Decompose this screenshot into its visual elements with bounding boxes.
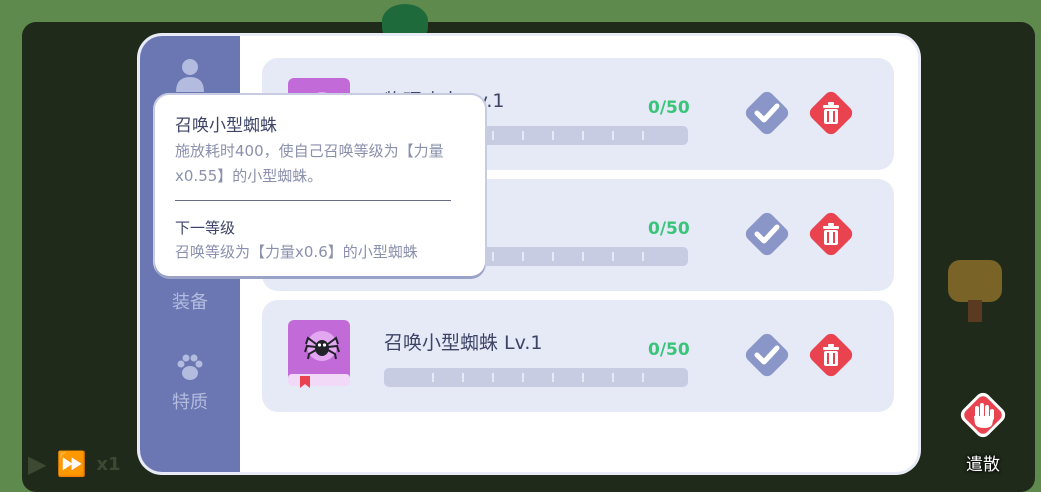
delete-button[interactable] (806, 209, 856, 259)
dismiss-button[interactable]: 遣散 (954, 392, 1012, 475)
game-controls: ▶ ⏩ x1 (28, 450, 121, 478)
speed-label: x1 (96, 453, 121, 475)
skill-name: 召唤小型蜘蛛 Lv.1 (384, 332, 543, 354)
skill-tooltip: 召唤小型蜘蛛 施放耗时400，使自己召唤等级为【力量x0.55】的小型蜘蛛。 下… (155, 95, 485, 276)
sidebar-item-label: 特质 (172, 392, 208, 413)
paw-icon (177, 354, 203, 380)
dismiss-label: 遣散 (966, 455, 1000, 475)
spider-book-icon (288, 320, 350, 388)
confirm-button[interactable] (742, 209, 792, 259)
person-icon (176, 59, 204, 92)
tooltip-next-level-description: 召唤等级为【力量x0.6】的小型蜘蛛 (175, 243, 418, 261)
sidebar-item-character[interactable] (140, 58, 240, 98)
background-tree (382, 4, 428, 38)
delete-button[interactable] (806, 330, 856, 380)
sidebar-item-traits[interactable]: 特质 (140, 354, 240, 414)
background-tree-trunk (968, 300, 982, 322)
tooltip-title: 召唤小型蜘蛛 (175, 116, 277, 136)
confirm-button[interactable] (742, 330, 792, 380)
fast-forward-icon[interactable]: ⏩ (56, 450, 86, 478)
skill-progress: 0/50 (648, 340, 690, 360)
sidebar-item-label: 装备 (172, 292, 208, 313)
tooltip-next-level-title: 下一等级 (175, 219, 236, 237)
tooltip-divider (175, 200, 451, 201)
tooltip-description: 施放耗时400，使自己召唤等级为【力量x0.55】的小型蜘蛛。 (175, 142, 444, 185)
skill-card[interactable]: 召唤小型蜘蛛 Lv.1 0/50 (262, 300, 894, 412)
background-tree-right (948, 260, 1002, 302)
hand-stop-icon (960, 392, 1006, 438)
play-icon[interactable]: ▶ (28, 450, 46, 478)
skill-progress: 0/50 (648, 98, 690, 118)
skill-progress-bar (384, 368, 688, 387)
confirm-button[interactable] (742, 88, 792, 138)
delete-button[interactable] (806, 88, 856, 138)
skill-progress: 0/50 (648, 219, 690, 239)
